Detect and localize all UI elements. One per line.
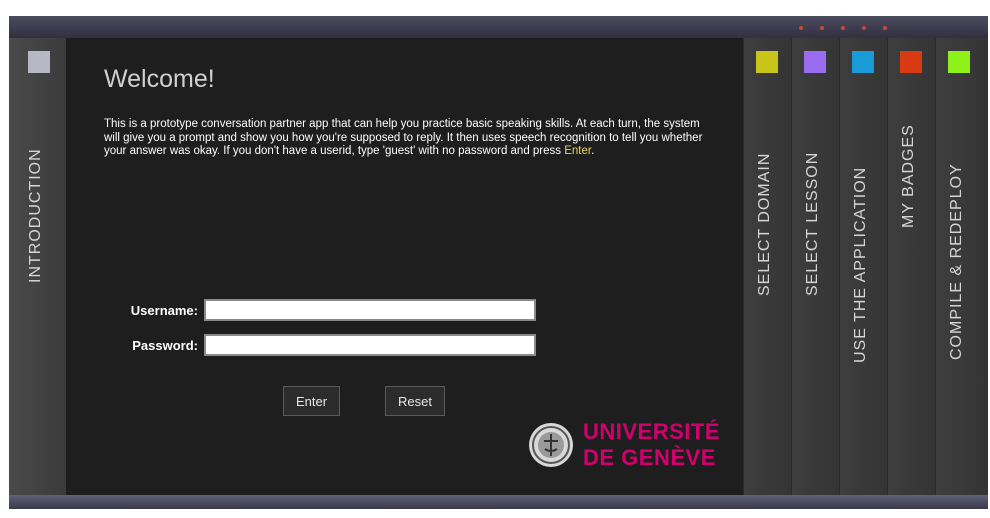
tab-introduction[interactable]: INTRODUCTION <box>9 38 66 495</box>
tab-color-swatch <box>804 51 826 73</box>
tab-use-the-application-label: USE THE APPLICATION <box>852 166 869 363</box>
logo-line-2: DE GENÈVE <box>583 445 716 470</box>
tab-select-domain-label: SELECT DOMAIN <box>756 152 773 296</box>
username-row: Username: <box>110 299 536 321</box>
intro-enter-highlight: Enter <box>564 145 592 157</box>
app-window: INTRODUCTION Welcome! This is a prototyp… <box>9 16 988 509</box>
university-seal-icon <box>529 423 573 467</box>
tab-select-domain[interactable]: SELECT DOMAIN <box>743 38 791 495</box>
university-logo: UNIVERSITÉ DE GENÈVE <box>527 419 720 471</box>
password-input[interactable] <box>204 334 536 356</box>
tab-compile-redeploy-label: COMPILE & REDEPLOY <box>948 163 965 360</box>
tab-select-lesson[interactable]: SELECT LESSON <box>791 38 839 495</box>
tab-color-swatch <box>756 51 778 73</box>
tab-compile-redeploy[interactable]: COMPILE & REDEPLOY <box>935 38 988 495</box>
intro-body: This is a prototype conversation partner… <box>104 118 703 157</box>
logo-text: UNIVERSITÉ DE GENÈVE <box>583 419 720 471</box>
tab-color-swatch <box>28 51 50 73</box>
logo-line-1: UNIVERSITÉ <box>583 419 721 444</box>
password-label: Password: <box>132 337 198 353</box>
intro-text: This is a prototype conversation partner… <box>104 118 704 159</box>
top-bar <box>9 16 988 38</box>
indicator-dots <box>799 26 887 30</box>
tab-introduction-label: INTRODUCTION <box>27 148 44 283</box>
bottom-bar <box>9 495 988 509</box>
tab-color-swatch <box>948 51 970 73</box>
enter-button[interactable]: Enter <box>283 386 341 416</box>
tab-use-the-application[interactable]: USE THE APPLICATION <box>839 38 887 495</box>
tab-color-swatch <box>852 51 874 73</box>
tab-select-lesson-label: SELECT LESSON <box>804 151 821 296</box>
tab-color-swatch <box>900 51 922 73</box>
intro-end: . <box>591 145 595 157</box>
reset-button[interactable]: Reset <box>385 386 445 416</box>
main-panel: Welcome! This is a prototype conversatio… <box>66 38 743 495</box>
password-row: Password: <box>110 334 536 356</box>
tab-my-badges-label: MY BADGES <box>900 124 917 228</box>
username-label: Username: <box>130 302 198 318</box>
tab-my-badges[interactable]: MY BADGES <box>887 38 935 495</box>
username-input[interactable] <box>204 299 536 321</box>
page-title: Welcome! <box>104 65 215 93</box>
